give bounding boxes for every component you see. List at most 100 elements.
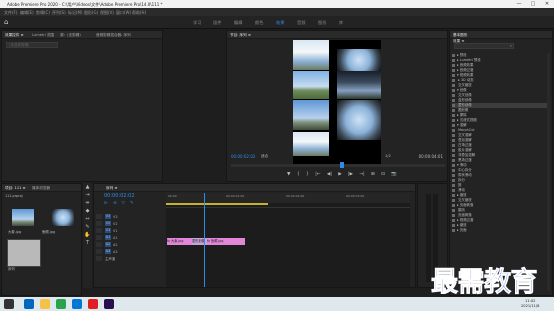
menu-file[interactable]: 文件(F)	[4, 10, 17, 16]
effects-tree-item[interactable]: ▸ 页面	[452, 228, 548, 233]
selection-tool-icon[interactable]: ▲	[83, 183, 92, 191]
go-to-in-icon[interactable]: |←	[315, 172, 320, 178]
type-tool-icon[interactable]: T	[83, 239, 92, 247]
home-icon[interactable]: ⌂	[4, 18, 12, 26]
timeline-ruler[interactable]: 00:00 00:00:01:00 00:00:02:00 00:00:03:0…	[166, 193, 410, 203]
effects-tree-item-label: ▾ 溶解	[457, 123, 467, 127]
track-select-icon[interactable]: ⇥	[83, 191, 92, 199]
premiere-pro-icon[interactable]	[104, 299, 114, 309]
track-a3[interactable]: A3 A3	[96, 248, 166, 255]
tab-lumetri-scopes[interactable]: Lumetri 范围	[32, 33, 54, 38]
folder-icon	[452, 158, 455, 162]
timeline-area[interactable]: 00:00 00:00:01:00 00:00:02:00 00:00:03:0…	[166, 193, 410, 287]
menu-graphics[interactable]: 图形(G)	[84, 10, 98, 16]
effects-tree-item-label: 黑场过渡	[457, 158, 472, 162]
mark-out-icon[interactable]: }	[306, 172, 309, 178]
edge-icon[interactable]	[24, 299, 34, 309]
folder-icon	[452, 183, 455, 187]
clip-fisheye[interactable]: fx 鱼眼.jpg	[207, 238, 245, 245]
workspace-tab-effects[interactable]: 效果	[276, 20, 284, 26]
clip-thumbnail-fisheye[interactable]	[52, 209, 74, 226]
effects-tree-item-label: 交叉溶解	[457, 133, 472, 137]
ripple-edit-icon[interactable]: ⇹	[83, 199, 92, 207]
close-button[interactable]: ✕	[540, 0, 554, 8]
playhead-marker[interactable]	[340, 162, 344, 168]
app-icon[interactable]	[56, 299, 66, 309]
resolution-select[interactable]: 1/2	[385, 154, 391, 158]
effects-search-input[interactable]: ⌕	[454, 43, 514, 49]
clip-thumbnail-elephant[interactable]	[12, 209, 34, 226]
slip-tool-icon[interactable]: ⇔	[83, 215, 92, 223]
step-forward-icon[interactable]: |▶	[348, 172, 353, 178]
workspace-tab-color[interactable]: 颜色	[255, 20, 263, 26]
workspace-tab-editing[interactable]: 编辑	[234, 20, 242, 26]
export-frame-icon[interactable]: 📷	[391, 172, 397, 178]
transition-diamond-wipe[interactable]: 菱形划像	[192, 238, 208, 245]
folder-icon	[452, 128, 455, 132]
tab-source[interactable]: 源：(无剪辑)	[60, 33, 81, 38]
track-v1[interactable]: V1 V1	[96, 227, 166, 234]
search-icon: ⌕	[509, 43, 512, 48]
tab-audio-clip-mixer[interactable]: 音频剪辑混合器: 序列	[96, 33, 131, 38]
ruler-label: 00:00	[168, 194, 177, 198]
tab-program[interactable]: 节目: 序列 ≡	[230, 33, 251, 38]
tab-project[interactable]: 项目: 111 ≡	[5, 186, 26, 191]
track-master[interactable]: 主声道	[96, 255, 166, 262]
workspace-tab-graphics[interactable]: 图形	[318, 20, 326, 26]
lift-icon[interactable]: ⊞	[371, 172, 375, 178]
extract-icon[interactable]: ⊡	[381, 172, 385, 178]
tab-sequence[interactable]: 序列 ≡	[106, 186, 117, 191]
zoom-level-select[interactable]: 适合	[261, 154, 268, 159]
menu-view[interactable]: 视图(V)	[100, 10, 114, 16]
sequence-thumbnail[interactable]	[7, 239, 41, 267]
timeline-tool-icons[interactable]: ⊳⊲▽✎	[104, 201, 164, 207]
folder-icon	[452, 143, 455, 147]
folder-icon	[452, 78, 455, 82]
app-icon[interactable]	[72, 299, 82, 309]
maximize-button[interactable]: □	[526, 0, 540, 8]
tab-media-browser[interactable]: 媒体浏览器	[32, 186, 50, 191]
track-v2[interactable]: V2 V2	[96, 220, 166, 227]
program-time-ruler[interactable]	[231, 162, 445, 168]
menu-clip[interactable]: 剪辑(C)	[36, 10, 50, 16]
start-icon[interactable]	[4, 299, 14, 309]
add-marker-icon[interactable]: ▼	[287, 172, 290, 178]
video-tile	[293, 40, 329, 70]
work-area-bar[interactable]	[166, 203, 268, 205]
step-back-icon[interactable]: ◀|	[327, 172, 332, 178]
menu-marker[interactable]: 标记(M)	[68, 10, 83, 16]
pen-tool-icon[interactable]: ✎	[83, 223, 92, 231]
menu-help[interactable]: 帮助(H)	[132, 10, 146, 16]
timeline-playhead[interactable]	[204, 193, 205, 287]
track-a2[interactable]: A2 A2	[96, 241, 166, 248]
mark-in-icon[interactable]: {	[297, 172, 300, 178]
hand-tool-icon[interactable]: ✋	[83, 231, 92, 239]
tab-essential-graphics[interactable]: 基本图形	[453, 33, 467, 38]
effects-scrollbar[interactable]	[547, 53, 550, 291]
file-explorer-icon[interactable]	[40, 299, 50, 309]
tab-effect-controls[interactable]: 效果控件 ≡	[5, 33, 24, 38]
go-to-out-icon[interactable]: →|	[359, 172, 364, 178]
minimize-button[interactable]: —	[512, 0, 526, 8]
folder-icon	[452, 133, 455, 137]
project-header: 项目: 111 ≡ 媒体浏览器	[2, 184, 81, 192]
app-icon[interactable]	[88, 299, 98, 309]
razor-tool-icon[interactable]: ◆	[83, 207, 92, 215]
workspace-tab-assembly[interactable]: 组件	[213, 20, 221, 26]
program-timecode[interactable]: 00:00:02:02	[231, 154, 255, 159]
play-icon[interactable]: ▶	[338, 172, 341, 178]
timeline-timecode[interactable]: 00:00:02:02	[104, 193, 135, 199]
menu-window[interactable]: 窗口(W)	[116, 10, 131, 16]
track-a1[interactable]: A1 A1	[96, 234, 166, 241]
menu-sequence[interactable]: 序列(S)	[52, 10, 66, 16]
workspace-tab-learn[interactable]: 学习	[193, 20, 201, 26]
menu-edit[interactable]: 编辑(E)	[20, 10, 34, 16]
effects-tree-item-label: 中心拆分	[457, 168, 472, 172]
workspace-tab-libraries[interactable]: 库	[339, 20, 343, 26]
effects-tree-item-label: 带状滑动	[457, 173, 472, 177]
folder-icon	[452, 198, 455, 202]
track-v3[interactable]: V3 V3	[96, 213, 166, 220]
workspace-bar: ⌂ 学习 组件 编辑 颜色 效果 音频 图形 库	[0, 16, 554, 29]
effects-tree-item-label: 翻页	[457, 208, 465, 212]
workspace-tab-audio[interactable]: 音频	[297, 20, 305, 26]
